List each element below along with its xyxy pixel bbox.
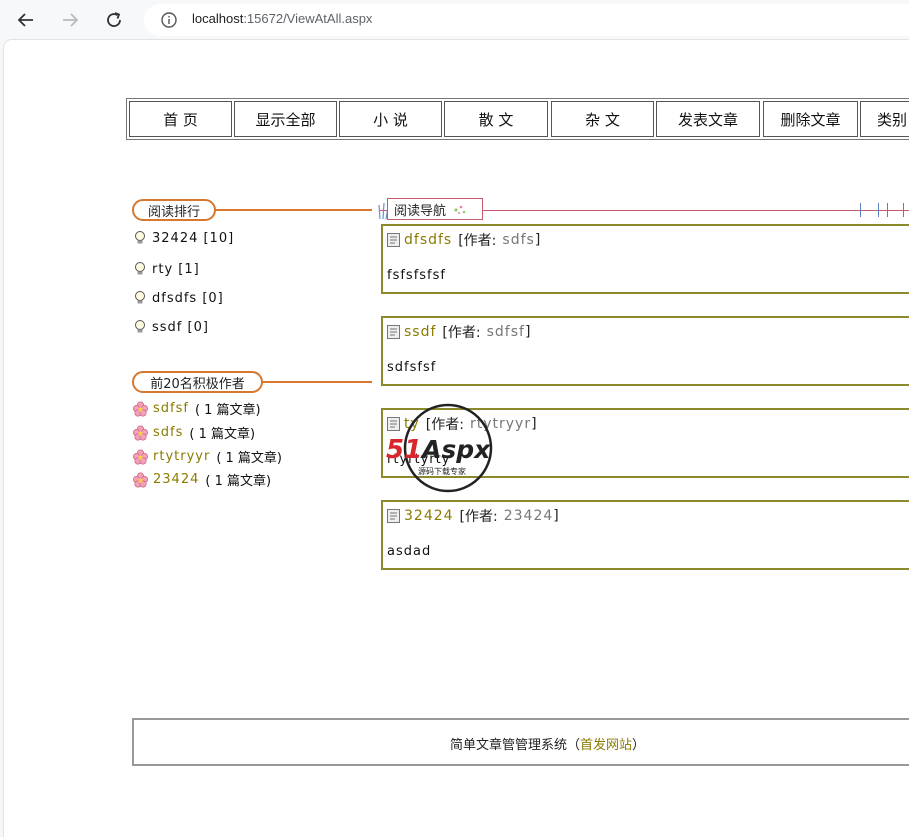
footer-end: ） (632, 738, 646, 753)
readnav-header: 阅读导航 (387, 198, 483, 220)
nav-home[interactable]: 首 页 (129, 101, 232, 137)
article-title-row: ty [作者: rtytryyr ] (387, 414, 537, 434)
nav-publish[interactable]: 发表文章 (656, 101, 760, 137)
top-navigation: 首 页 显示全部 小 说 散 文 杂 文 发表文章 删除文章 类别 (126, 98, 909, 140)
author-item[interactable]: 23424 ( 1 篇文章) (132, 470, 271, 489)
author-count: ( 1 篇文章) (216, 451, 282, 466)
browser-toolbar: localhost:15672/ViewAtAll.aspx (0, 0, 909, 40)
readnav-tick (860, 203, 861, 217)
author-name[interactable]: 23424 (153, 472, 199, 487)
nav-prose[interactable]: 散 文 (444, 101, 548, 137)
url-host: localhost (192, 11, 244, 26)
article-author: rtytryyr (469, 416, 532, 432)
ranking-item-label: dfsdfs [0] (152, 290, 224, 306)
url-path: :15672/ViewAtAll.aspx (243, 11, 373, 26)
flower-icon (132, 471, 149, 488)
forward-arrow-icon (63, 13, 79, 27)
article-title[interactable]: ssdf (404, 324, 436, 340)
article-title[interactable]: 32424 (404, 508, 454, 524)
article-body: sdfsfsf (387, 360, 437, 375)
article-author-close: ] (553, 508, 559, 524)
reload-button[interactable] (100, 6, 128, 34)
ranking-item[interactable]: ssdf [0] (132, 319, 209, 335)
footer-label: 简单文章管管理系统（ (450, 738, 581, 753)
article-author-label: [作者: (458, 233, 497, 249)
article-author: sdfs (502, 232, 535, 248)
info-icon[interactable] (160, 11, 178, 33)
flower-icon (132, 448, 149, 465)
ranking-item[interactable]: 32424 [10] (132, 230, 234, 246)
document-icon (387, 509, 400, 523)
article-body: asdad (387, 544, 432, 559)
author-item[interactable]: rtytryyr ( 1 篇文章) (132, 447, 282, 466)
author-name[interactable]: sdfsf (153, 401, 189, 416)
nav-delete[interactable]: 删除文章 (763, 101, 858, 137)
lightbulb-icon (132, 261, 148, 277)
article-author-label: [作者: (459, 509, 498, 525)
article-title-row: dfsdfs [作者: sdfs ] (387, 230, 540, 250)
document-icon (387, 325, 400, 339)
article-author-label: [作者: (442, 325, 481, 341)
url-text: localhost:15672/ViewAtAll.aspx (192, 11, 372, 26)
nav-novel[interactable]: 小 说 (339, 101, 442, 137)
author-name[interactable]: rtytryyr (153, 449, 210, 464)
nav-category[interactable]: 类别 (860, 101, 909, 137)
lightbulb-icon (132, 319, 148, 335)
article-author-close: ] (524, 324, 531, 340)
footer: 简单文章管管理系统（首发网站） (132, 718, 909, 766)
document-icon (387, 233, 400, 247)
forward-button[interactable] (56, 6, 84, 34)
flower-icon (132, 424, 149, 441)
ranking-item-label: 32424 [10] (152, 230, 235, 246)
ranking-header: 阅读排行 (132, 199, 216, 221)
readnav-title: 阅读导航 (394, 203, 447, 219)
authors-header: 前20名积极作者 (132, 371, 263, 393)
article-title-row: ssdf [作者: sdfsf ] (387, 322, 530, 342)
nav-show-all[interactable]: 显示全部 (234, 101, 337, 137)
readnav-tick (887, 203, 888, 217)
readnav-tick (878, 203, 879, 217)
author-count: ( 1 篇文章) (189, 427, 256, 442)
ranking-item-label: rty [1] (152, 261, 200, 277)
authors-divider (260, 381, 372, 383)
article-title-row: 32424 [作者: 23424 ] (387, 506, 559, 526)
address-bar[interactable]: localhost:15672/ViewAtAll.aspx (144, 4, 909, 36)
footer-link[interactable]: 首发网站 (580, 738, 632, 753)
article-title[interactable]: dfsdfs (404, 232, 452, 248)
article-card: dfsdfs [作者: sdfs ] fsfsfsfsf (381, 224, 909, 294)
article-body: fsfsfsfsf (387, 268, 446, 283)
article-author: 23424 (503, 508, 554, 524)
back-button[interactable] (12, 6, 40, 34)
article-author-close: ] (534, 232, 541, 248)
reload-icon (107, 12, 121, 27)
article-author-label: [作者: (425, 417, 464, 433)
author-item[interactable]: sdfsf ( 1 篇文章) (132, 399, 261, 418)
document-icon (387, 417, 400, 431)
article-title[interactable]: ty (404, 416, 420, 432)
back-arrow-icon (17, 13, 33, 27)
lightbulb-icon (132, 290, 148, 306)
ranking-item[interactable]: dfsdfs [0] (132, 290, 224, 306)
ranking-item[interactable]: rty [1] (132, 261, 200, 277)
article-body: rtyrtyrty (387, 452, 451, 467)
author-name[interactable]: sdfs (153, 425, 183, 440)
author-item[interactable]: sdfs ( 1 篇文章) (132, 423, 255, 442)
article-card: ssdf [作者: sdfsf ] sdfsfsf (381, 316, 909, 386)
article-card: 32424 [作者: 23424 ] asdad (381, 500, 909, 570)
article-author: sdfsf (486, 324, 525, 340)
article-author-close: ] (531, 416, 537, 432)
page-viewport: 首 页 显示全部 小 说 散 文 杂 文 发表文章 删除文章 类别 阅读排行 3… (4, 40, 909, 837)
nav-essay[interactable]: 杂 文 (551, 101, 654, 137)
lightbulb-icon (132, 230, 148, 246)
ranking-divider (212, 209, 372, 211)
footer-text: 简单文章管管理系统（首发网站） (450, 734, 645, 753)
sparkle-icon (454, 205, 466, 214)
ranking-item-label: ssdf [0] (152, 319, 209, 335)
article-card: ty [作者: rtytryyr ] rtyrtyrty (381, 408, 909, 478)
flower-icon (132, 400, 149, 417)
author-count: ( 1 篇文章) (194, 403, 261, 418)
readnav-tick (903, 203, 904, 217)
author-count: ( 1 篇文章) (205, 474, 272, 489)
